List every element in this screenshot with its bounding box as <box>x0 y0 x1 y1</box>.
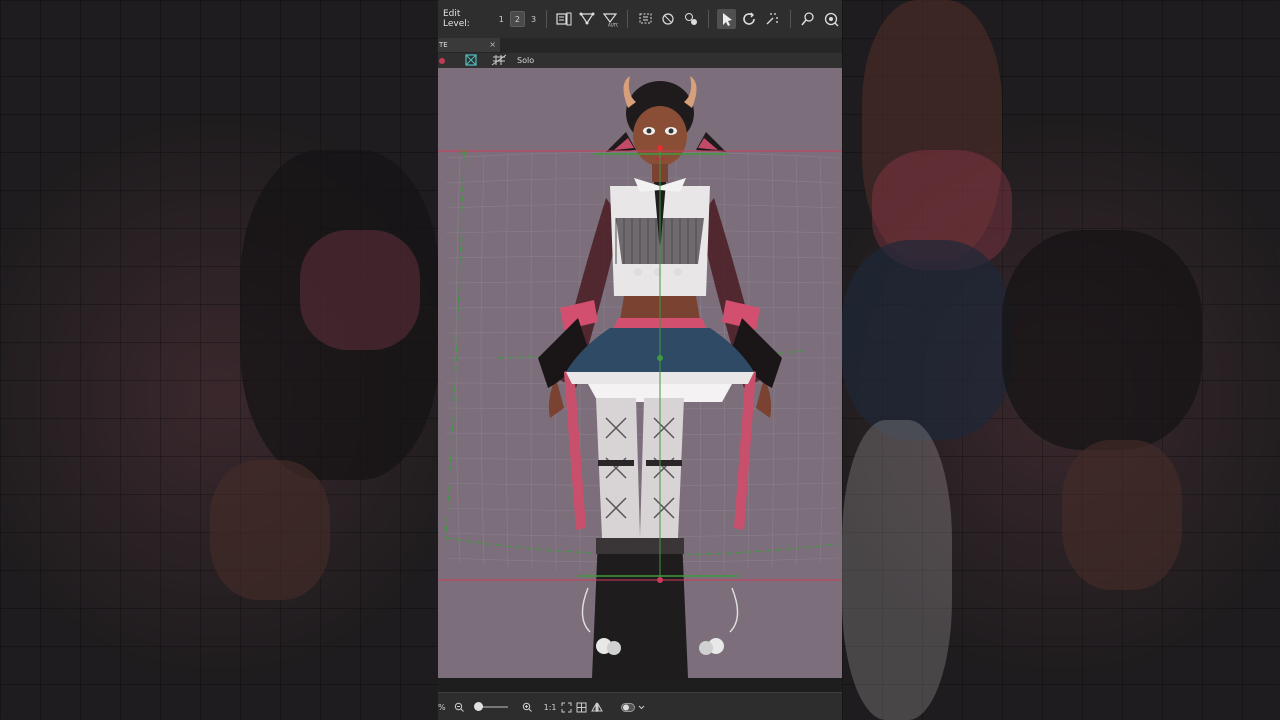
zoom-slider-thumb[interactable] <box>473 702 483 711</box>
mesh-edit-icon[interactable] <box>555 9 574 29</box>
edit-level-3-button[interactable]: 3 <box>527 12 540 26</box>
toggle-icon[interactable] <box>621 702 636 712</box>
status-strip <box>438 678 842 692</box>
chevron-down-icon[interactable] <box>638 705 645 710</box>
zoom-in-icon[interactable] <box>522 702 532 712</box>
grid-icon[interactable] <box>576 702 587 713</box>
zoom-out-icon[interactable] <box>454 702 464 712</box>
top-pivot-handle[interactable] <box>657 145 663 151</box>
background-blur-right <box>842 0 1280 720</box>
toolbar-divider <box>789 10 791 28</box>
background-blur-left <box>0 0 438 720</box>
deform-brush-icon[interactable] <box>682 9 701 29</box>
editor-window: Edit Level: 1 2 3 AUTO TE × Solo % 1:1 <box>438 0 842 720</box>
fit-icon[interactable] <box>561 702 572 713</box>
edit-level-2-button[interactable]: 2 <box>509 11 525 27</box>
toolbar-divider <box>708 10 710 28</box>
tab-document[interactable]: TE × <box>438 38 500 52</box>
auto-mesh-generate-icon[interactable]: AUTO <box>601 9 620 29</box>
canvas-artwork <box>438 76 842 678</box>
arrow-select-icon[interactable] <box>717 9 737 29</box>
tab-label: TE <box>439 41 448 49</box>
zoom-controls-bar: % 1:1 <box>438 692 842 720</box>
close-tab-icon[interactable]: × <box>489 38 496 52</box>
bottom-pivot-handle[interactable] <box>657 577 663 583</box>
zoom-percent-label: % <box>438 702 446 712</box>
flip-icon[interactable] <box>591 701 604 713</box>
rotation-pivot-handle[interactable] <box>657 355 663 361</box>
zoom-slider[interactable] <box>472 702 508 711</box>
deform-toolbar: Edit Level: 1 2 3 AUTO <box>438 0 842 39</box>
view-options-bar: Solo <box>438 53 842 69</box>
edit-level-1-button[interactable]: 1 <box>495 12 508 26</box>
toolbar-divider <box>627 10 629 28</box>
deform-path-icon[interactable] <box>659 9 678 29</box>
pin-settings-icon[interactable] <box>821 9 840 29</box>
lasso-select-icon[interactable] <box>636 9 655 29</box>
model-canvas[interactable] <box>438 68 842 678</box>
edit-level-label: Edit Level: <box>443 9 470 29</box>
zoom-ratio-button[interactable]: 1:1 <box>544 703 557 712</box>
solo-toggle[interactable]: Solo <box>517 56 534 65</box>
svg-text:AUTO: AUTO <box>608 23 618 28</box>
toolbar-divider <box>546 10 548 28</box>
rotation-icon[interactable] <box>740 9 759 29</box>
auto-mesh-icon[interactable] <box>578 9 597 29</box>
glue-icon[interactable] <box>763 9 782 29</box>
pin-icon[interactable] <box>798 9 817 29</box>
